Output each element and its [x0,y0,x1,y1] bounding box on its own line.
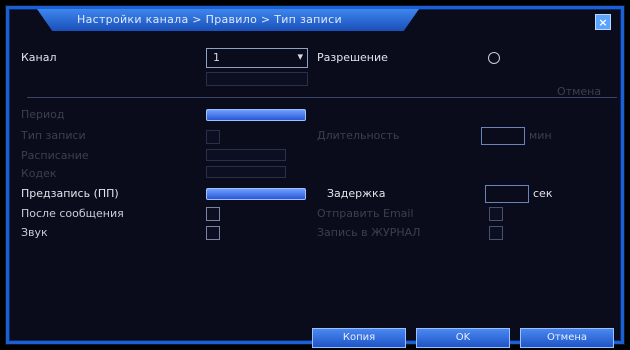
secondary-select[interactable] [206,72,308,86]
write-log-checkbox[interactable] [489,226,503,240]
secondary-label [29,72,33,86]
enable-radio[interactable] [488,52,500,64]
record-type-box[interactable] [206,130,220,144]
record-settings-dialog: Настройки канала > Правило > Тип записи … [6,6,624,348]
duration-label: Длительность [317,129,400,142]
sound-label: Звук [21,226,48,239]
channel-value: 1 [213,51,220,64]
after-alarm-checkbox[interactable] [206,207,220,221]
chevron-down-icon: ▾ [297,50,303,63]
schedule-label: Расписание [21,149,89,162]
codec-field[interactable] [206,166,286,178]
close-icon: × [598,15,608,29]
copy-button[interactable]: Копия [312,328,406,348]
period-field[interactable] [206,109,306,121]
delay-label: Задержка [327,187,386,200]
codec-label: Кодек [21,167,57,180]
period-label: Период [21,108,65,121]
divider [27,97,617,98]
write-log-label: Запись в ЖУРНАЛ [317,226,421,239]
duration-unit: мин [529,129,552,142]
sound-checkbox[interactable] [206,226,220,240]
ok-button[interactable]: OK [416,328,510,348]
delay-field[interactable] [485,185,529,203]
channel-label: Канал [21,51,57,64]
send-email-checkbox[interactable] [489,207,503,221]
prerecord-label: Предзапись (ПП) [21,187,119,200]
delay-unit: сек [533,187,553,200]
title-bar: Настройки канала > Правило > Тип записи [37,9,419,31]
dialog-title: Настройки канала > Правило > Тип записи [77,13,342,26]
send-email-label: Отправить Email [317,207,414,220]
duration-field[interactable] [481,127,525,145]
schedule-field[interactable] [206,149,286,161]
cancel-button[interactable]: Отмена [520,328,614,348]
record-type-label: Тип записи [21,129,86,142]
after-alarm-label: После сообщения [21,207,124,220]
enable-label: Разрешение [317,51,388,64]
prerecord-field[interactable] [206,188,306,200]
close-button[interactable]: × [595,14,611,30]
channel-select[interactable]: 1 ▾ [206,48,308,68]
